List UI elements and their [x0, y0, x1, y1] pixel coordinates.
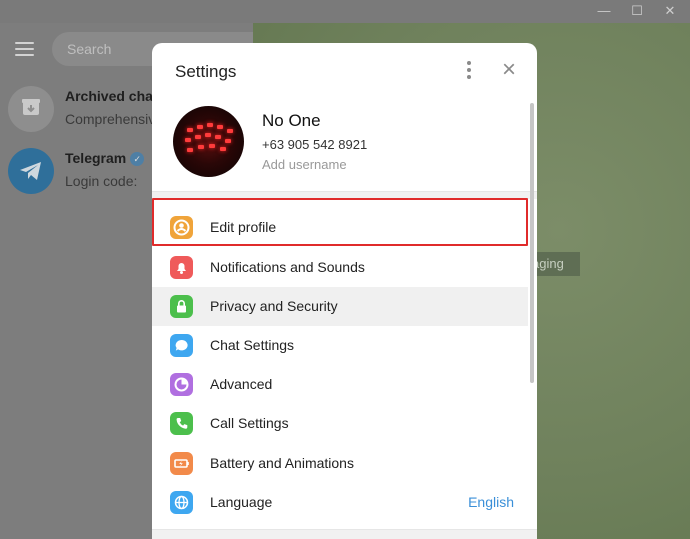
bell-icon — [170, 256, 193, 279]
phone-icon — [170, 412, 193, 435]
language-value: English — [468, 494, 514, 510]
battery-icon — [170, 452, 193, 475]
menu-item-label: Notifications and Sounds — [210, 259, 365, 275]
lock-icon — [170, 295, 193, 318]
close-icon[interactable]: ✕ — [662, 3, 678, 19]
section-divider — [152, 529, 537, 539]
menu-item-label: Advanced — [210, 376, 273, 392]
chat-title: Archived chats — [65, 88, 166, 104]
close-dialog-icon[interactable]: × — [500, 58, 518, 82]
profile-avatar[interactable] — [173, 106, 244, 177]
hamburger-menu-icon[interactable] — [15, 42, 34, 56]
more-options-icon[interactable] — [463, 61, 475, 81]
menu-item-notifications[interactable]: Notifications and Sounds — [152, 248, 528, 287]
add-username-link[interactable]: Add username — [262, 157, 347, 172]
menu-item-language[interactable]: Language English — [152, 483, 528, 522]
menu-item-call-settings[interactable]: Call Settings — [152, 404, 528, 443]
menu-item-label: Chat Settings — [210, 337, 295, 353]
chat-bubble-icon — [170, 334, 193, 357]
settings-dialog: Settings × No One +63 905 542 8921 Add u… — [152, 43, 537, 539]
scrollbar[interactable] — [530, 103, 534, 383]
menu-item-privacy[interactable]: Privacy and Security — [152, 287, 528, 326]
menu-item-label: Battery and Animations — [210, 455, 354, 471]
menu-item-label: Language — [210, 494, 273, 510]
globe-icon — [170, 491, 193, 514]
dialog-title: Settings — [175, 62, 237, 81]
menu-item-advanced[interactable]: Advanced — [152, 365, 528, 404]
minimize-icon[interactable]: — — [596, 3, 612, 19]
maximize-icon[interactable]: ☐ — [629, 3, 645, 19]
pie-chart-icon — [170, 373, 193, 396]
highlight-annotation — [152, 198, 528, 246]
profile-phone: +63 905 542 8921 — [262, 137, 368, 152]
profile-name: No One — [262, 111, 321, 130]
chat-title: Telegram ✓ — [65, 150, 145, 166]
chat-preview: Comprehensive — [65, 111, 164, 127]
menu-item-battery[interactable]: Battery and Animations — [152, 444, 528, 483]
archive-icon — [8, 86, 54, 132]
menu-item-chat-settings[interactable]: Chat Settings — [152, 326, 528, 365]
chat-preview: Login code: — [65, 173, 138, 189]
verified-badge-icon: ✓ — [130, 152, 145, 166]
window-titlebar: — ☐ ✕ — [0, 0, 690, 23]
telegram-icon — [8, 148, 54, 194]
menu-item-label: Privacy and Security — [210, 298, 338, 314]
menu-item-label: Call Settings — [210, 415, 289, 431]
